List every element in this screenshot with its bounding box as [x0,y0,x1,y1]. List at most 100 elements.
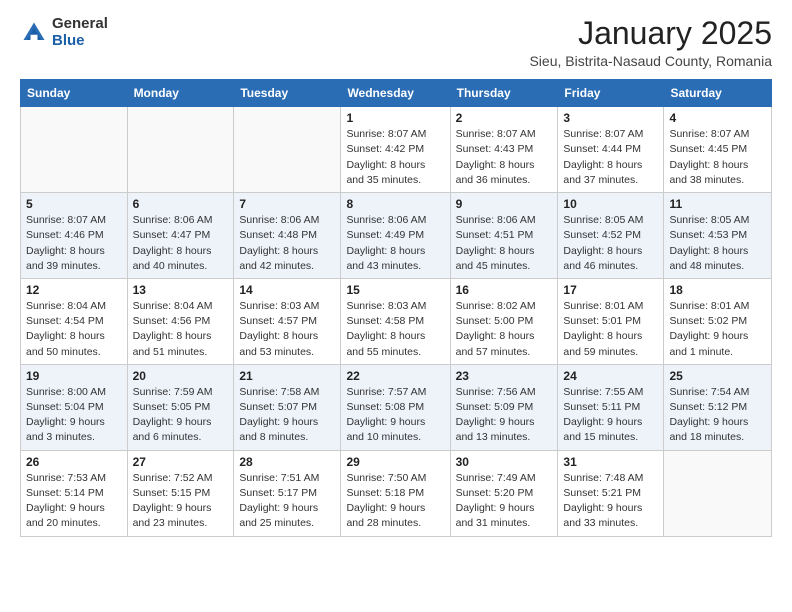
day-info: Sunrise: 8:07 AM Sunset: 4:44 PM Dayligh… [563,127,658,188]
table-row: 30 Sunrise: 7:49 AM Sunset: 5:20 PM Dayli… [450,450,558,536]
table-row: 20 Sunrise: 7:59 AM Sunset: 5:05 PM Dayli… [127,364,234,450]
day-number: 15 [346,283,444,297]
table-row: 21 Sunrise: 7:58 AM Sunset: 5:07 PM Dayli… [234,364,341,450]
day-number: 31 [563,455,658,469]
day-info: Sunrise: 7:56 AM Sunset: 5:09 PM Dayligh… [456,385,553,446]
day-number: 30 [456,455,553,469]
month-title: January 2025 [529,16,772,51]
calendar-week-row: 26 Sunrise: 7:53 AM Sunset: 5:14 PM Dayli… [21,450,772,536]
logo-text: General Blue [52,16,108,49]
day-info: Sunrise: 8:06 AM Sunset: 4:48 PM Dayligh… [239,213,335,274]
day-info: Sunrise: 8:06 AM Sunset: 4:47 PM Dayligh… [133,213,229,274]
day-number: 2 [456,111,553,125]
table-row: 24Sunrise: 7:55 AM Sunset: 5:11 PM Dayli… [558,364,664,450]
calendar: Sunday Monday Tuesday Wednesday Thursday… [20,79,772,536]
day-info: Sunrise: 7:52 AM Sunset: 5:15 PM Dayligh… [133,471,229,532]
table-row: 13 Sunrise: 8:04 AM Sunset: 4:56 PM Dayli… [127,278,234,364]
day-number: 19 [26,369,122,383]
day-number: 21 [239,369,335,383]
day-number: 25 [669,369,766,383]
location: Sieu, Bistrita-Nasaud County, Romania [529,53,772,69]
table-row: 17 Sunrise: 8:01 AM Sunset: 5:01 PM Dayli… [558,278,664,364]
logo-blue-text: Blue [52,33,108,50]
day-info: Sunrise: 8:00 AM Sunset: 5:04 PM Dayligh… [26,385,122,446]
table-row: 29 Sunrise: 7:50 AM Sunset: 5:18 PM Dayli… [341,450,450,536]
day-number: 23 [456,369,553,383]
calendar-week-row: 5Sunrise: 8:07 AM Sunset: 4:46 PM Daylig… [21,193,772,279]
table-row: 8Sunrise: 8:06 AM Sunset: 4:49 PM Daylig… [341,193,450,279]
day-number: 29 [346,455,444,469]
table-row: 10 Sunrise: 8:05 AM Sunset: 4:52 PM Dayli… [558,193,664,279]
day-number: 26 [26,455,122,469]
table-row: 11 Sunrise: 8:05 AM Sunset: 4:53 PM Dayli… [664,193,772,279]
table-row [664,450,772,536]
title-block: January 2025 Sieu, Bistrita-Nasaud Count… [529,16,772,69]
table-row: 7Sunrise: 8:06 AM Sunset: 4:48 PM Daylig… [234,193,341,279]
table-row: 27 Sunrise: 7:52 AM Sunset: 5:15 PM Dayli… [127,450,234,536]
day-info: Sunrise: 7:49 AM Sunset: 5:20 PM Dayligh… [456,471,553,532]
table-row: 1 Sunrise: 8:07 AM Sunset: 4:42 PM Daylig… [341,107,450,193]
table-row: 14 Sunrise: 8:03 AM Sunset: 4:57 PM Dayli… [234,278,341,364]
logo-general-text: General [52,16,108,33]
table-row: 12 Sunrise: 8:04 AM Sunset: 4:54 PM Dayli… [21,278,128,364]
table-row: 23 Sunrise: 7:56 AM Sunset: 5:09 PM Dayli… [450,364,558,450]
day-number: 5 [26,197,122,211]
day-number: 3 [563,111,658,125]
table-row: 19 Sunrise: 8:00 AM Sunset: 5:04 PM Dayli… [21,364,128,450]
day-info: Sunrise: 8:05 AM Sunset: 4:52 PM Dayligh… [563,213,658,274]
day-info: Sunrise: 8:04 AM Sunset: 4:56 PM Dayligh… [133,299,229,360]
table-row: 25 Sunrise: 7:54 AM Sunset: 5:12 PM Dayli… [664,364,772,450]
table-row: 5Sunrise: 8:07 AM Sunset: 4:46 PM Daylig… [21,193,128,279]
day-number: 20 [133,369,229,383]
day-info: Sunrise: 7:58 AM Sunset: 5:07 PM Dayligh… [239,385,335,446]
col-wednesday: Wednesday [341,80,450,107]
calendar-week-row: 12 Sunrise: 8:04 AM Sunset: 4:54 PM Dayli… [21,278,772,364]
day-info: Sunrise: 8:03 AM Sunset: 4:58 PM Dayligh… [346,299,444,360]
day-info: Sunrise: 8:05 AM Sunset: 4:53 PM Dayligh… [669,213,766,274]
table-row: 16Sunrise: 8:02 AM Sunset: 5:00 PM Dayli… [450,278,558,364]
day-info: Sunrise: 8:06 AM Sunset: 4:51 PM Dayligh… [456,213,553,274]
day-info: Sunrise: 8:07 AM Sunset: 4:42 PM Dayligh… [346,127,444,188]
table-row: 31 Sunrise: 7:48 AM Sunset: 5:21 PM Dayli… [558,450,664,536]
logo-icon [20,19,48,47]
day-number: 8 [346,197,444,211]
day-info: Sunrise: 8:04 AM Sunset: 4:54 PM Dayligh… [26,299,122,360]
table-row: 28Sunrise: 7:51 AM Sunset: 5:17 PM Dayli… [234,450,341,536]
day-info: Sunrise: 7:53 AM Sunset: 5:14 PM Dayligh… [26,471,122,532]
table-row: 4 Sunrise: 8:07 AM Sunset: 4:45 PM Daylig… [664,107,772,193]
day-info: Sunrise: 7:55 AM Sunset: 5:11 PM Dayligh… [563,385,658,446]
day-info: Sunrise: 7:54 AM Sunset: 5:12 PM Dayligh… [669,385,766,446]
day-number: 10 [563,197,658,211]
day-info: Sunrise: 7:50 AM Sunset: 5:18 PM Dayligh… [346,471,444,532]
day-number: 28 [239,455,335,469]
table-row: 2Sunrise: 8:07 AM Sunset: 4:43 PM Daylig… [450,107,558,193]
table-row: 18Sunrise: 8:01 AM Sunset: 5:02 PM Dayli… [664,278,772,364]
day-info: Sunrise: 8:03 AM Sunset: 4:57 PM Dayligh… [239,299,335,360]
day-number: 11 [669,197,766,211]
day-number: 13 [133,283,229,297]
day-info: Sunrise: 8:07 AM Sunset: 4:45 PM Dayligh… [669,127,766,188]
day-number: 16 [456,283,553,297]
day-number: 27 [133,455,229,469]
day-number: 14 [239,283,335,297]
header: General Blue January 2025 Sieu, Bistrita… [20,16,772,69]
day-number: 6 [133,197,229,211]
table-row: 9 Sunrise: 8:06 AM Sunset: 4:51 PM Daylig… [450,193,558,279]
table-row: 6 Sunrise: 8:06 AM Sunset: 4:47 PM Daylig… [127,193,234,279]
day-number: 12 [26,283,122,297]
day-info: Sunrise: 7:57 AM Sunset: 5:08 PM Dayligh… [346,385,444,446]
col-monday: Monday [127,80,234,107]
day-number: 4 [669,111,766,125]
day-number: 22 [346,369,444,383]
day-info: Sunrise: 8:01 AM Sunset: 5:01 PM Dayligh… [563,299,658,360]
col-saturday: Saturday [664,80,772,107]
day-number: 17 [563,283,658,297]
calendar-week-row: 1 Sunrise: 8:07 AM Sunset: 4:42 PM Daylig… [21,107,772,193]
table-row: 22 Sunrise: 7:57 AM Sunset: 5:08 PM Dayli… [341,364,450,450]
day-number: 1 [346,111,444,125]
day-number: 9 [456,197,553,211]
table-row: 15 Sunrise: 8:03 AM Sunset: 4:58 PM Dayli… [341,278,450,364]
table-row [234,107,341,193]
day-info: Sunrise: 7:59 AM Sunset: 5:05 PM Dayligh… [133,385,229,446]
day-info: Sunrise: 7:48 AM Sunset: 5:21 PM Dayligh… [563,471,658,532]
